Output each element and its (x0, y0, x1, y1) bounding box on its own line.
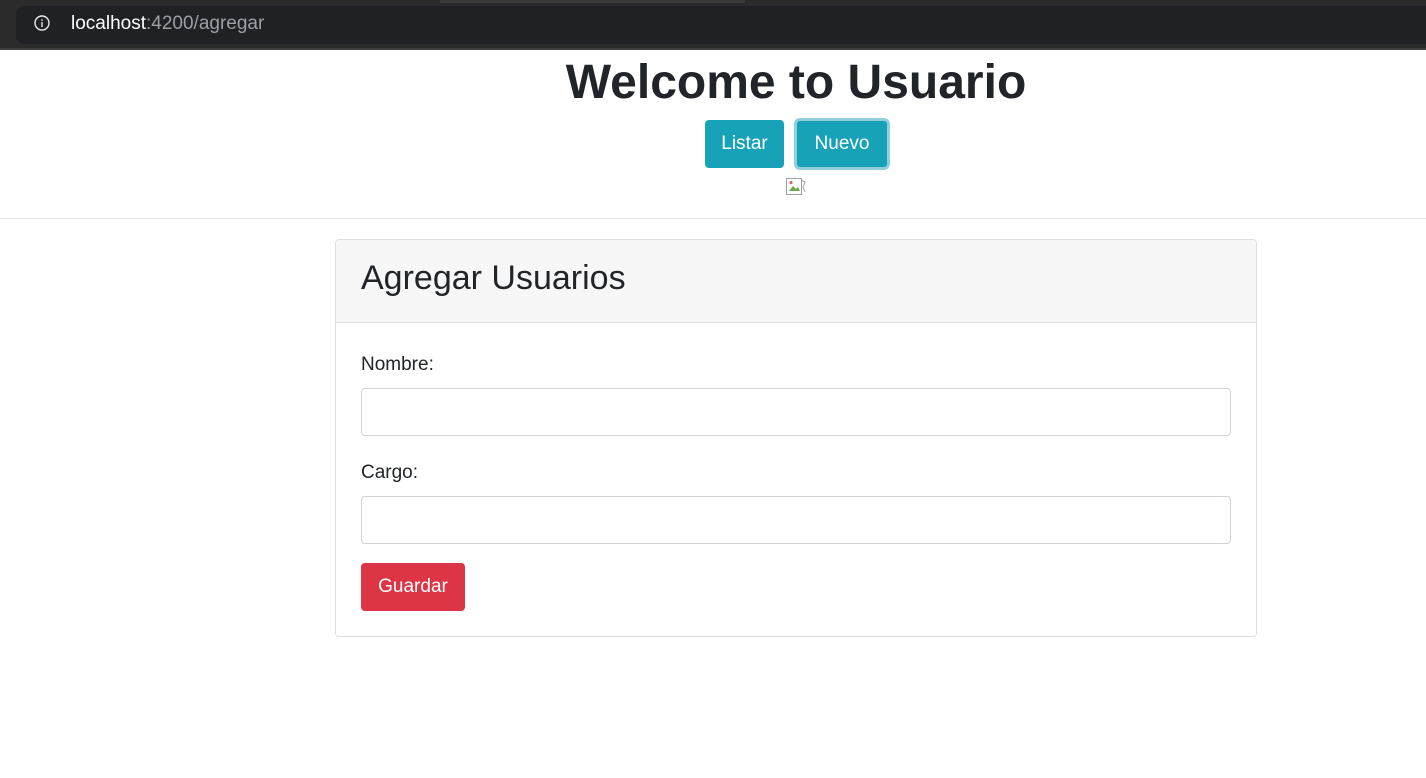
nombre-label: Nombre: (361, 354, 434, 375)
header-divider (0, 218, 1426, 219)
broken-image-icon (786, 178, 806, 195)
add-user-card: Agregar Usuarios Nombre: Cargo: Guardar (335, 239, 1257, 637)
toolbar-divider (0, 48, 1426, 50)
card-header: Agregar Usuarios (336, 240, 1256, 323)
browser-toolbar: localhost:4200/agregar (0, 0, 1426, 50)
url-text[interactable]: localhost:4200/agregar (71, 13, 264, 35)
nuevo-button[interactable]: Nuevo (794, 118, 890, 170)
guardar-button[interactable]: Guardar (361, 563, 465, 611)
url-path: :4200/agregar (146, 13, 265, 34)
cargo-input[interactable] (361, 496, 1231, 544)
url-host: localhost (71, 13, 146, 34)
card-title: Agregar Usuarios (361, 259, 626, 297)
active-tab-indicator (440, 0, 745, 3)
page-title: Welcome to Usuario (565, 56, 1027, 109)
cargo-label: Cargo: (361, 462, 419, 483)
nombre-input[interactable] (361, 388, 1231, 436)
info-icon[interactable] (34, 15, 50, 31)
listar-button[interactable]: Listar (705, 120, 784, 168)
